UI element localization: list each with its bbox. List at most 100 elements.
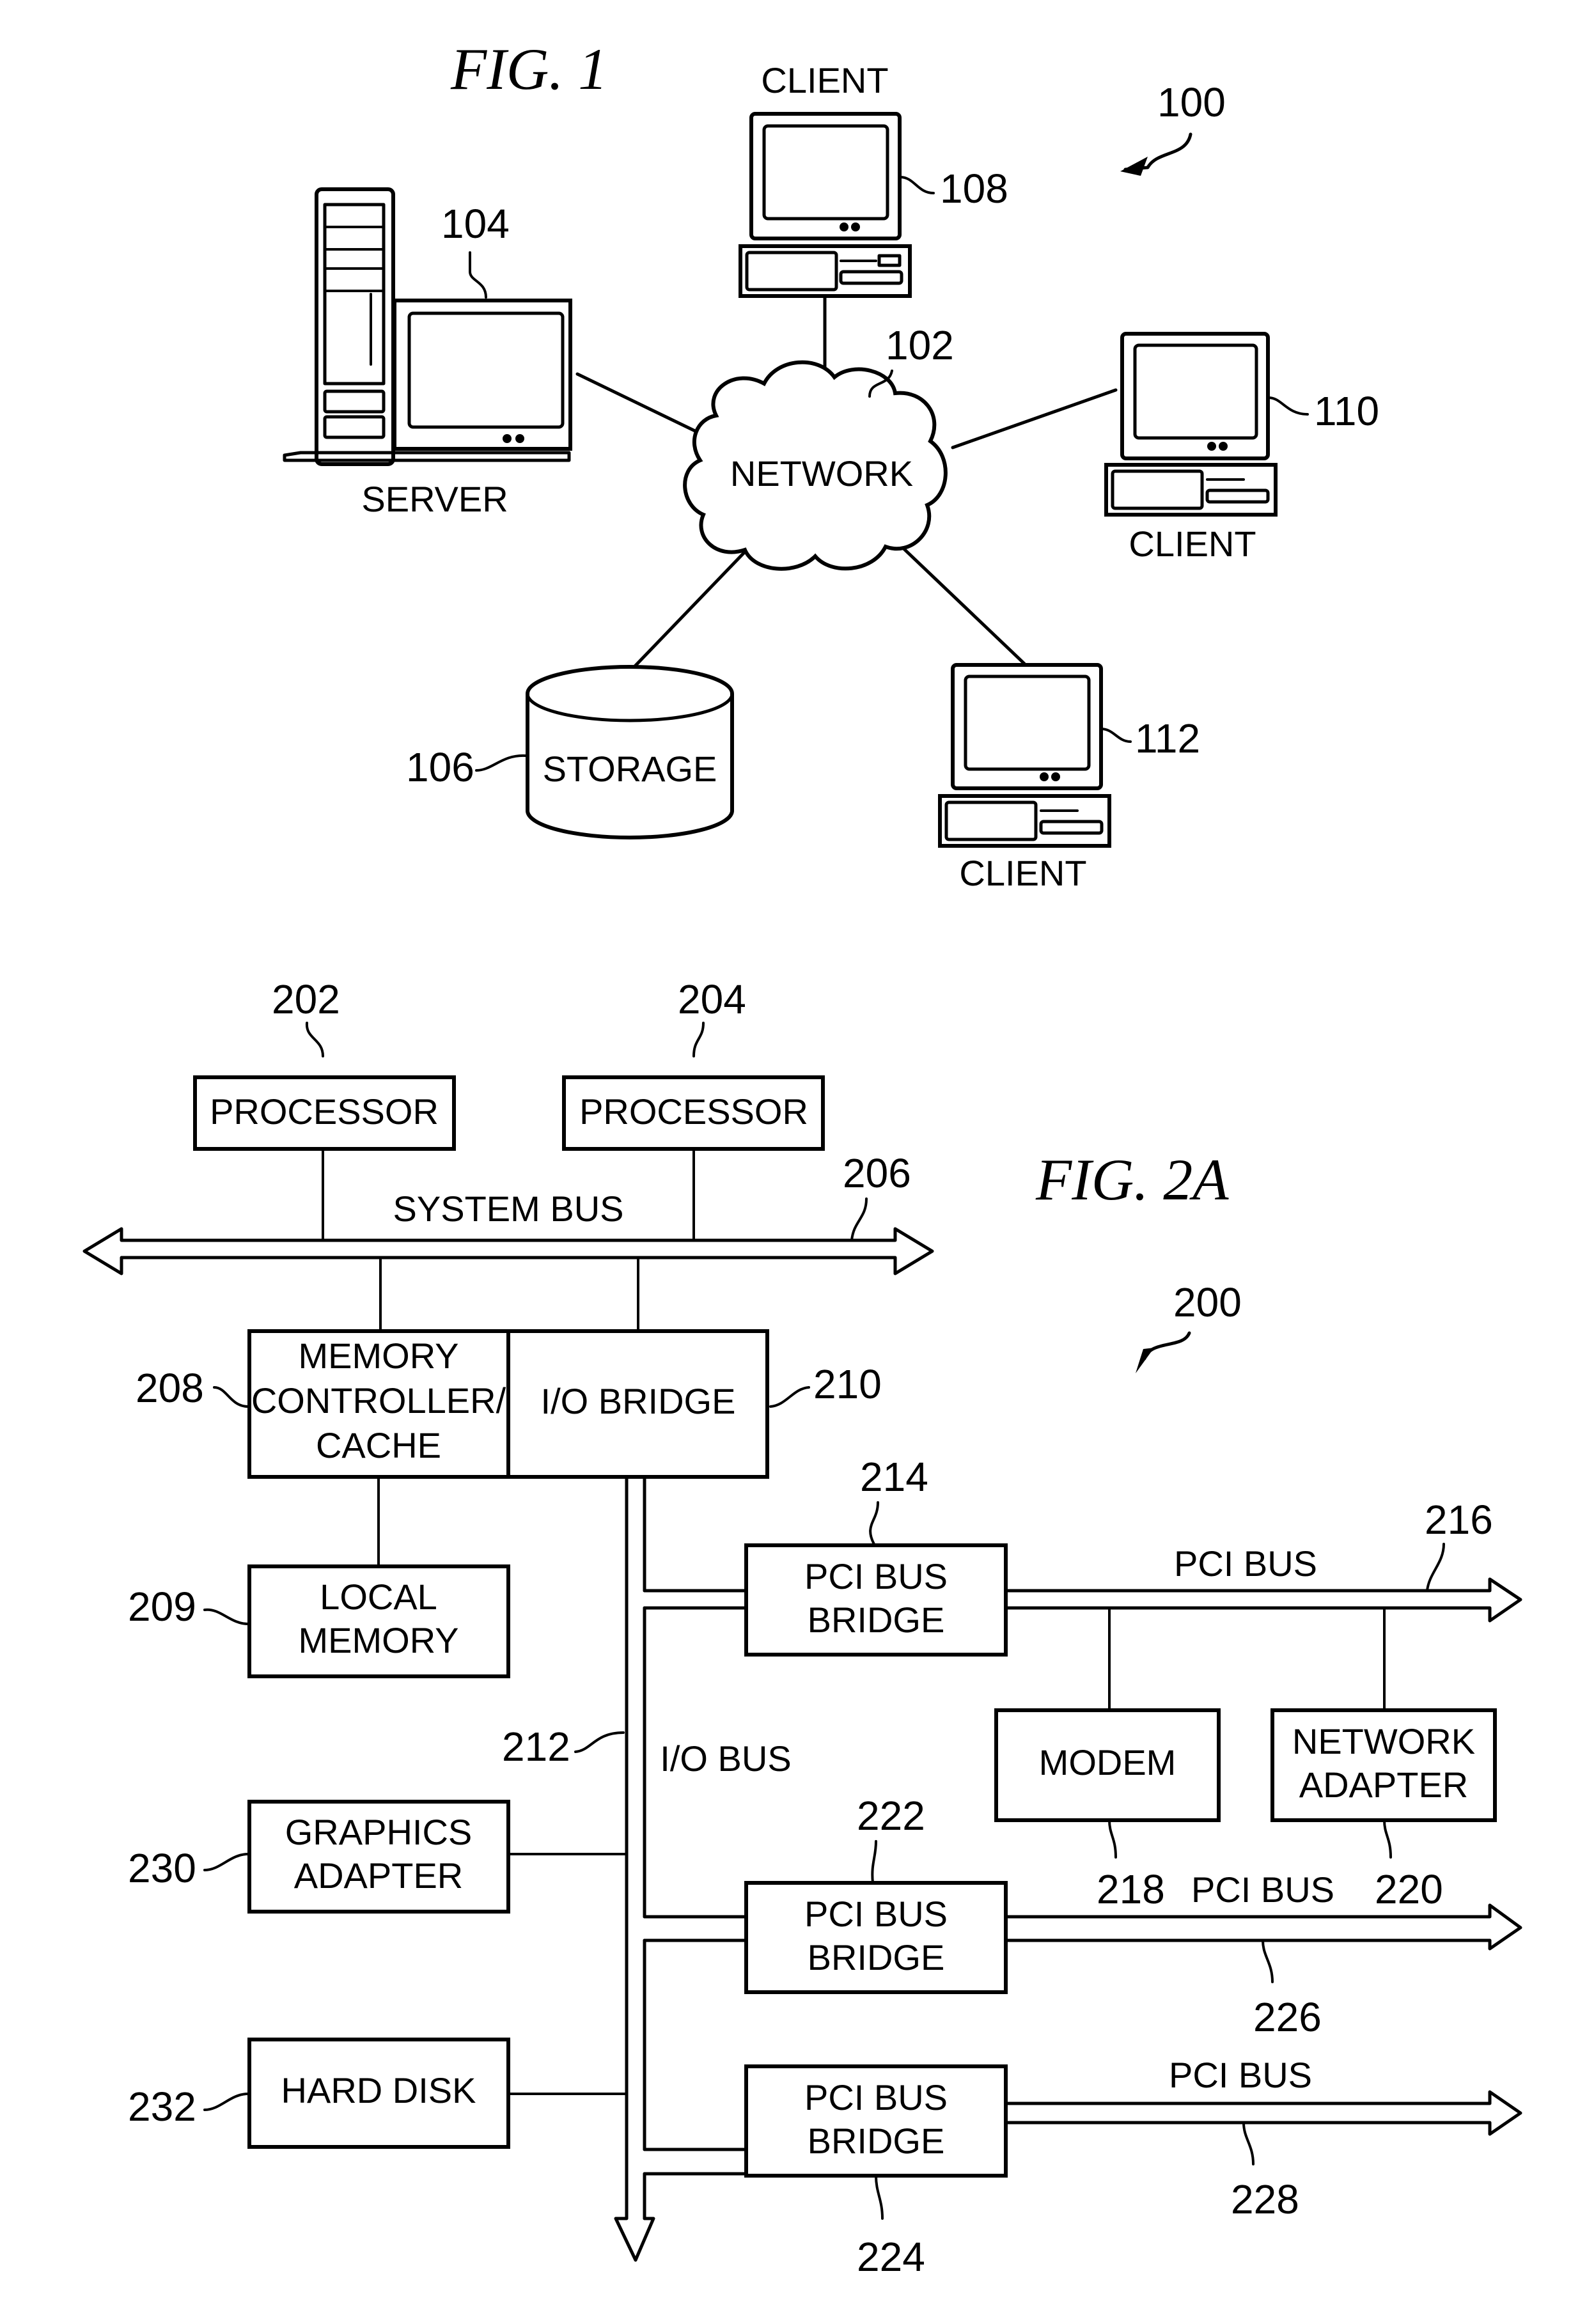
pci-bridge-label-line: PCI BUS [804, 1556, 948, 1596]
pci-bus-226-label: PCI BUS [1191, 1869, 1334, 1910]
client-112-label: CLIENT [959, 853, 1086, 893]
pci-bus-216[interactable] [1004, 1577, 1522, 1623]
pci-bridge-label-line: BRIDGE [808, 2121, 945, 2161]
pci-bridge-224[interactable]: PCI BUS BRIDGE [744, 2064, 1008, 2178]
system-bus-ref: 206 [843, 1150, 911, 1196]
monitor-button [851, 222, 860, 231]
network-cloud[interactable]: NETWORK [683, 360, 948, 571]
monitor-button [1207, 442, 1216, 451]
client-110[interactable] [1104, 332, 1278, 517]
harddisk-ref: 232 [128, 2084, 196, 2130]
client-108-label: CLIENT [761, 60, 888, 100]
pci-bridge-222[interactable]: PCI BUS BRIDGE [744, 1881, 1008, 1994]
processor-label: PROCESSOR [579, 1091, 808, 1132]
pci-bus-226-ref: 226 [1253, 1994, 1322, 2040]
pci-bridge-214[interactable]: PCI BUS BRIDGE [744, 1543, 1008, 1657]
pci-bus-228-leader [1242, 2121, 1255, 2165]
monitor-button [1040, 772, 1049, 781]
pci-bridge-label-line: PCI BUS [804, 1894, 948, 1934]
client-110-ref: 110 [1314, 388, 1379, 434]
modem-ref: 218 [1097, 1866, 1165, 1912]
system-bus-label: SYSTEM BUS [393, 1189, 624, 1229]
pci-bus-216-label: PCI BUS [1174, 1543, 1317, 1584]
modem[interactable]: MODEM [994, 1708, 1221, 1822]
localmem-leader [203, 1608, 249, 1625]
network-adapter[interactable]: NETWORK ADAPTER [1270, 1708, 1497, 1822]
client-108[interactable] [739, 112, 912, 298]
io-bridge[interactable]: I/O BRIDGE [506, 1329, 769, 1479]
fig1-system-ref: 100 [1157, 79, 1226, 125]
processor-204[interactable]: PROCESSOR [562, 1075, 825, 1151]
pci-bridge-224-leader [875, 2174, 884, 2220]
memctl-leader [213, 1386, 249, 1408]
memory-controller-cache[interactable]: MEMORY CONTROLLER/ CACHE [247, 1329, 510, 1479]
hard-disk[interactable]: HARD DISK [247, 2038, 510, 2149]
patent-drawing-sheet: FIG. 1 100 NETWORK 102 104 SERVER CLIENT… [82, 36, 1522, 2280]
server-tower-icon [315, 187, 395, 466]
pci-bus-228-ref: 228 [1231, 2176, 1299, 2222]
storage[interactable]: STORAGE [526, 665, 734, 839]
processor-label: PROCESSOR [210, 1091, 439, 1132]
io-bus-arrow-icon [614, 1475, 655, 2262]
fig2a: FIG. 2A 200 202 PROCESSOR 204 PROCESSOR … [82, 976, 1522, 2280]
memctl-label-line: CONTROLLER/ [251, 1380, 506, 1421]
processor-202-ref: 202 [272, 976, 340, 1022]
graphics-adapter[interactable]: GRAPHICS ADAPTER [247, 1800, 510, 1914]
iobridge-ref: 210 [813, 1361, 882, 1407]
client-112[interactable] [938, 663, 1111, 848]
io-branch-214-top [643, 1475, 748, 1593]
monitor-button [840, 222, 848, 231]
memctl-ref: 208 [136, 1365, 204, 1411]
localmem-label-line: LOCAL [320, 1577, 437, 1617]
local-memory[interactable]: LOCAL MEMORY [247, 1564, 510, 1678]
pci-bridge-224-ref: 224 [857, 2234, 925, 2280]
system-ref-arrow [1143, 1331, 1191, 1361]
fig2a-system-ref: 200 [1173, 1279, 1242, 1325]
system-bus[interactable] [82, 1227, 934, 1275]
client-112-ref: 112 [1135, 715, 1200, 761]
memctl-label-line: MEMORY [299, 1336, 459, 1376]
pci-bus-arrow-icon [1004, 1577, 1522, 1623]
pci-bridge-label-line: PCI BUS [804, 2077, 948, 2117]
pci-bridge-214-leader [869, 1501, 879, 1547]
graphics-label-line: GRAPHICS [285, 1812, 473, 1852]
netadapter-label-line: NETWORK [1292, 1721, 1475, 1761]
network-ref: 102 [886, 322, 954, 368]
harddisk-label: HARD DISK [281, 2070, 476, 2110]
fig1-title: FIG. 1 [450, 36, 607, 102]
localmem-label-line: MEMORY [299, 1620, 459, 1660]
processor-202[interactable]: PROCESSOR [193, 1075, 456, 1151]
memctl-label-line: CACHE [316, 1425, 441, 1465]
pci-bridge-label-line: BRIDGE [808, 1937, 945, 1977]
monitor-button [1219, 442, 1228, 451]
link-storage-network [631, 548, 749, 670]
netadapter-label-line: ADAPTER [1299, 1765, 1469, 1805]
client-110-label: CLIENT [1129, 524, 1256, 564]
pci-bus-226-leader [1262, 1939, 1274, 1983]
io-bus-ref: 212 [502, 1724, 570, 1770]
pci-bridge-214-ref: 214 [860, 1454, 928, 1500]
pci-bridge-label-line: BRIDGE [808, 1600, 945, 1640]
pci-bridge-222-leader [871, 1840, 877, 1884]
server[interactable] [283, 187, 572, 466]
client-112-leader [1100, 728, 1132, 743]
io-bus-leader [574, 1731, 625, 1753]
modem-label: MODEM [1039, 1742, 1177, 1782]
arrowhead-icon [1120, 157, 1148, 176]
network-label: NETWORK [730, 453, 913, 494]
iobridge-label: I/O BRIDGE [541, 1381, 736, 1421]
pci-bus-arrow-icon [1004, 2090, 1522, 2136]
system-bus-leader [850, 1197, 868, 1242]
modem-leader [1108, 1819, 1117, 1859]
io-bus[interactable] [614, 1475, 748, 2262]
pci-bus-228[interactable] [1004, 2090, 1522, 2136]
pci-bus-228-label: PCI BUS [1169, 2055, 1312, 2095]
storage-leader [475, 754, 527, 772]
pci-bus-216-ref: 216 [1425, 1497, 1493, 1543]
io-bus-label: I/O BUS [660, 1738, 791, 1779]
pci-bus-216-leader [1426, 1543, 1445, 1592]
io-branch-224-top [643, 1938, 748, 2151]
link-client110-network [951, 388, 1118, 449]
client-108-ref: 108 [940, 166, 1008, 212]
iobridge-leader [769, 1386, 810, 1408]
